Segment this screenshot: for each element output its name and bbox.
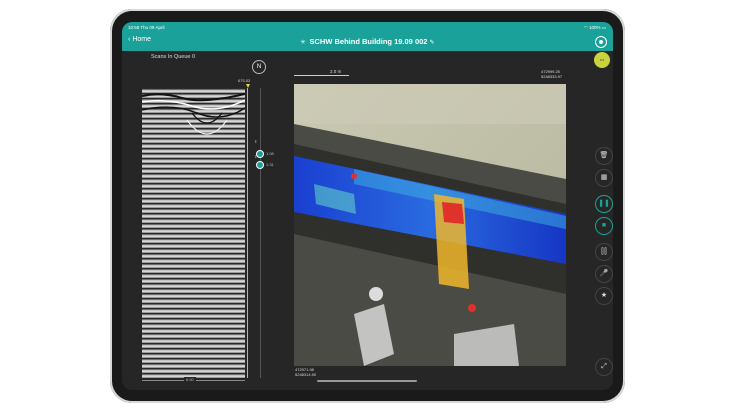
project-title: SCHW Behind Building 19.09 002 [309, 37, 428, 46]
gear-icon: ✳ [300, 40, 306, 46]
depth-marker-line [247, 88, 248, 378]
page-title: ✳ SCHW Behind Building 19.09 002 ✎ [122, 37, 613, 46]
coord-northing-bottom: 5248314.90 [295, 372, 317, 377]
pencil-icon[interactable]: ✎ [429, 40, 434, 46]
map-scale-label: 2.0 m [330, 69, 342, 74]
star-icon[interactable]: ★ [595, 287, 613, 305]
status-battery: ◠ 100% ▭ [584, 25, 606, 31]
app-screen: 10:58 Thu 09 April ◠ 100% ▭ ‹ Home ✳ SCHW… [122, 22, 613, 390]
battery-icon: ▭ [601, 25, 606, 30]
gain-slider-lower-value: 1.31 [266, 162, 274, 167]
navigation-bar: ‹ Home ✳ SCHW Behind Building 19.09 002 ✎ [122, 33, 613, 51]
map-icon[interactable]: ▦ [595, 169, 613, 187]
stop-icon[interactable]: ■ [595, 217, 613, 235]
coord-northing-top: 5248333.97 [541, 74, 563, 79]
location-target-button[interactable] [595, 36, 607, 48]
map-coord-top-right: 472999.25 5248333.97 [541, 69, 562, 79]
trash-icon[interactable]: 🗑 [595, 147, 613, 165]
expand-icon[interactable]: ⤢ [595, 358, 613, 376]
battery-level: 100% [588, 25, 601, 30]
map-scale-ruler [294, 75, 349, 76]
map-coord-bottom-left: 472971.98 5248314.90 [295, 367, 316, 377]
tablet-frame: 10:58 Thu 09 April ◠ 100% ▭ ‹ Home ✳ SCHW… [110, 9, 625, 403]
home-indicator[interactable] [317, 380, 417, 382]
scans-queue-label: Scans In Queue 0 [151, 54, 196, 60]
options-fab-button[interactable]: ••• [594, 52, 610, 68]
compass-north-icon[interactable]: N [252, 60, 266, 74]
status-bar: 10:58 Thu 09 April ◠ 100% ▭ [122, 22, 613, 33]
gain-slider-track[interactable] [260, 88, 261, 378]
satellite-map-view[interactable] [294, 84, 566, 366]
gain-slider-handle-lower[interactable] [256, 161, 264, 169]
wifi-icon: ◠ [583, 25, 588, 30]
up-down-arrows-icon-2: ⇕ [254, 154, 258, 159]
scan-width-label: 6.50 [184, 377, 196, 382]
gain-slider-upper-value: 1.08 [266, 151, 274, 156]
split-view-icon[interactable]: [|] [595, 243, 613, 261]
radargram-scan[interactable] [142, 88, 245, 378]
status-time-date: 10:58 Thu 09 April [128, 25, 165, 30]
microphone-icon[interactable]: 🎤 [595, 265, 613, 283]
depth-top-value: 675.53 [238, 78, 251, 83]
pause-icon[interactable]: ❚❚ [595, 195, 613, 213]
up-down-arrows-icon: ⇕ [254, 139, 258, 144]
compass-label: N [256, 64, 262, 70]
